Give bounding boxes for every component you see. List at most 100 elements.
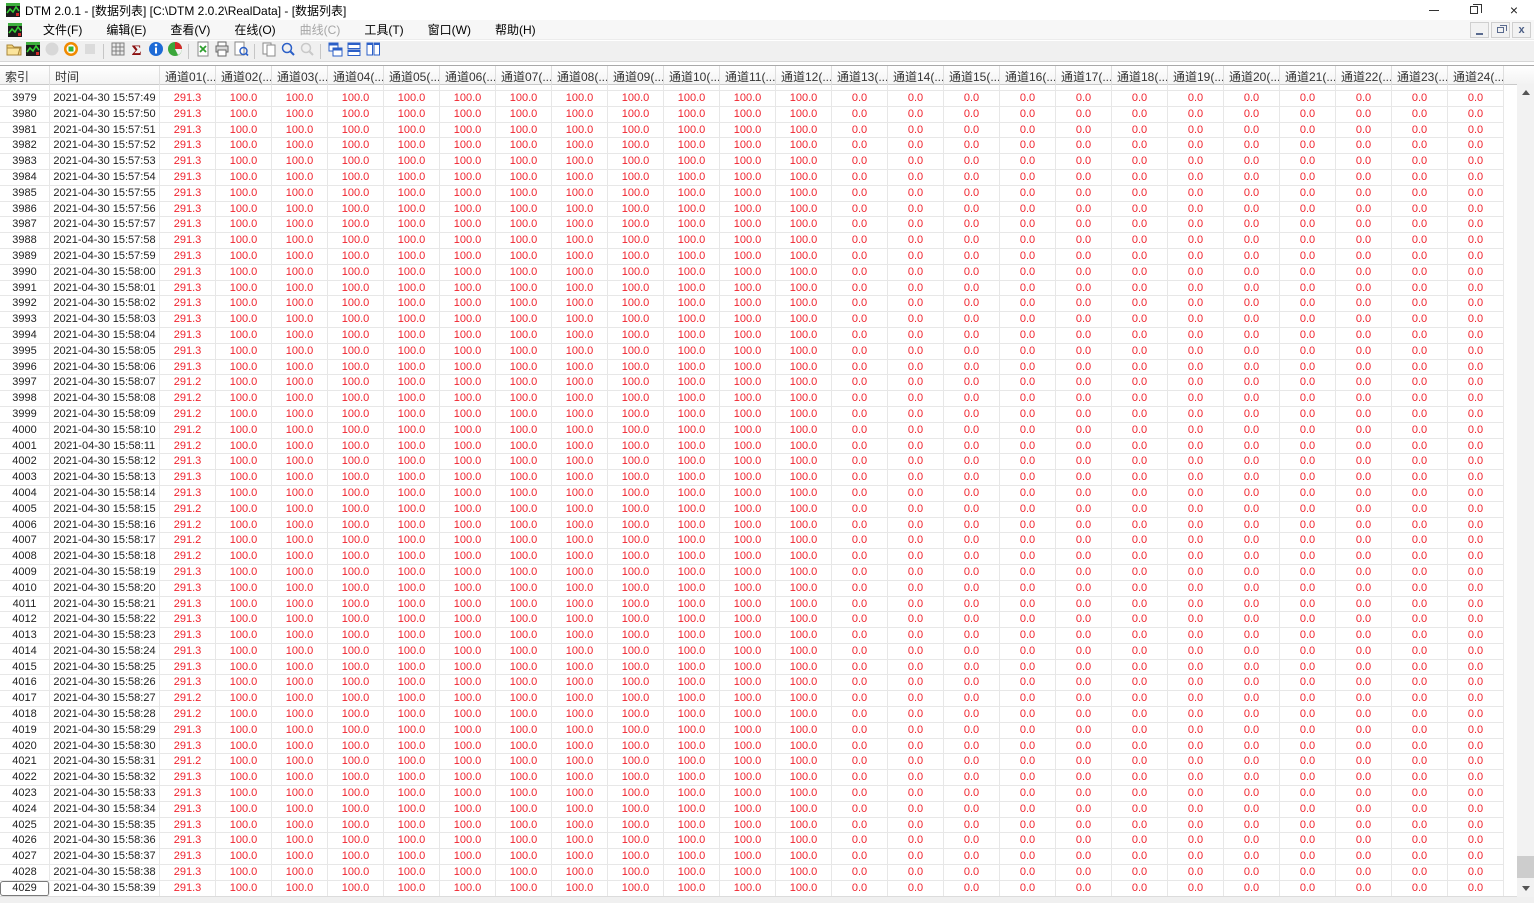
channel-4-cell[interactable]: 100.0 bbox=[328, 201, 384, 217]
channel-8-cell[interactable]: 100.0 bbox=[552, 865, 608, 880]
channel-20-cell[interactable]: 0.0 bbox=[1224, 343, 1280, 359]
channel-6-cell[interactable]: 100.0 bbox=[440, 533, 496, 549]
channel-20-cell[interactable]: 0.0 bbox=[1224, 707, 1280, 722]
channel-5-cell[interactable]: 100.0 bbox=[384, 628, 440, 643]
channel-23-cell[interactable]: 0.0 bbox=[1392, 327, 1448, 343]
channel-24-cell[interactable]: 0.0 bbox=[1448, 833, 1504, 849]
channel-13-cell[interactable]: 0.0 bbox=[832, 91, 888, 106]
channel-5-cell[interactable]: 100.0 bbox=[384, 754, 440, 770]
channel-5-cell[interactable]: 100.0 bbox=[384, 580, 440, 596]
menu-item-2[interactable]: 编辑(E) bbox=[94, 20, 158, 40]
channel-3-cell[interactable]: 100.0 bbox=[272, 564, 328, 580]
channel-21-cell[interactable]: 0.0 bbox=[1280, 817, 1336, 833]
time-cell[interactable]: 2021-04-30 15:57:49 bbox=[50, 91, 160, 106]
time-cell[interactable]: 2021-04-30 15:58:14 bbox=[50, 485, 160, 501]
channel-13-cell[interactable]: 0.0 bbox=[832, 122, 888, 138]
channel-22-cell[interactable]: 0.0 bbox=[1336, 217, 1392, 233]
channel-18-cell[interactable]: 0.0 bbox=[1112, 296, 1168, 312]
channel-10-cell[interactable]: 100.0 bbox=[664, 754, 720, 770]
channel-8-cell[interactable]: 100.0 bbox=[552, 612, 608, 628]
channel-17-cell[interactable]: 0.0 bbox=[1056, 343, 1112, 359]
channel-12-cell[interactable]: 100.0 bbox=[776, 549, 832, 564]
channel-16-cell[interactable]: 0.0 bbox=[1000, 833, 1056, 849]
channel-2-cell[interactable]: 100.0 bbox=[216, 106, 272, 122]
channel-1-cell[interactable]: 291.3 bbox=[160, 817, 216, 833]
channel-24-cell[interactable]: 0.0 bbox=[1448, 296, 1504, 312]
channel-10-cell[interactable]: 100.0 bbox=[664, 849, 720, 865]
channel-20-cell[interactable]: 0.0 bbox=[1224, 880, 1280, 896]
column-header-channel-16[interactable]: 通道16(... bbox=[1000, 66, 1056, 85]
channel-2-cell[interactable]: 100.0 bbox=[216, 659, 272, 675]
channel-16-cell[interactable]: 0.0 bbox=[1000, 280, 1056, 296]
channel-24-cell[interactable]: 0.0 bbox=[1448, 454, 1504, 470]
channel-4-cell[interactable]: 100.0 bbox=[328, 801, 384, 817]
channel-7-cell[interactable]: 100.0 bbox=[496, 675, 552, 691]
channel-12-cell[interactable]: 100.0 bbox=[776, 533, 832, 549]
channel-23-cell[interactable]: 0.0 bbox=[1392, 343, 1448, 359]
index-cell[interactable]: 4008 bbox=[0, 549, 50, 564]
channel-1-cell[interactable]: 291.3 bbox=[160, 312, 216, 327]
channel-20-cell[interactable]: 0.0 bbox=[1224, 501, 1280, 517]
channel-21-cell[interactable]: 0.0 bbox=[1280, 375, 1336, 391]
channel-4-cell[interactable]: 100.0 bbox=[328, 770, 384, 786]
channel-7-cell[interactable]: 100.0 bbox=[496, 217, 552, 233]
channel-3-cell[interactable]: 100.0 bbox=[272, 817, 328, 833]
channel-15-cell[interactable]: 0.0 bbox=[944, 691, 1000, 707]
channel-11-cell[interactable]: 100.0 bbox=[720, 122, 776, 138]
channel-24-cell[interactable]: 0.0 bbox=[1448, 138, 1504, 154]
channel-7-cell[interactable]: 100.0 bbox=[496, 375, 552, 391]
channel-10-cell[interactable]: 100.0 bbox=[664, 801, 720, 817]
channel-14-cell[interactable]: 0.0 bbox=[888, 201, 944, 217]
channel-6-cell[interactable]: 100.0 bbox=[440, 122, 496, 138]
channel-9-cell[interactable]: 100.0 bbox=[608, 296, 664, 312]
channel-4-cell[interactable]: 100.0 bbox=[328, 296, 384, 312]
channel-11-cell[interactable]: 100.0 bbox=[720, 327, 776, 343]
channel-22-cell[interactable]: 0.0 bbox=[1336, 849, 1392, 865]
channel-4-cell[interactable]: 100.0 bbox=[328, 359, 384, 375]
channel-17-cell[interactable]: 0.0 bbox=[1056, 564, 1112, 580]
channel-5-cell[interactable]: 100.0 bbox=[384, 406, 440, 422]
channel-7-cell[interactable]: 100.0 bbox=[496, 722, 552, 738]
channel-15-cell[interactable]: 0.0 bbox=[944, 817, 1000, 833]
channel-23-cell[interactable]: 0.0 bbox=[1392, 485, 1448, 501]
channel-1-cell[interactable]: 291.3 bbox=[160, 185, 216, 201]
channel-18-cell[interactable]: 0.0 bbox=[1112, 454, 1168, 470]
channel-7-cell[interactable]: 100.0 bbox=[496, 533, 552, 549]
channel-11-cell[interactable]: 100.0 bbox=[720, 248, 776, 264]
channel-7-cell[interactable]: 100.0 bbox=[496, 549, 552, 564]
channel-20-cell[interactable]: 0.0 bbox=[1224, 833, 1280, 849]
time-cell[interactable]: 2021-04-30 15:58:11 bbox=[50, 438, 160, 454]
channel-8-cell[interactable]: 100.0 bbox=[552, 549, 608, 564]
channel-22-cell[interactable]: 0.0 bbox=[1336, 264, 1392, 280]
time-cell[interactable]: 2021-04-30 15:58:27 bbox=[50, 691, 160, 707]
column-header-channel-18[interactable]: 通道18(... bbox=[1112, 66, 1168, 85]
channel-24-cell[interactable]: 0.0 bbox=[1448, 643, 1504, 659]
channel-14-cell[interactable]: 0.0 bbox=[888, 517, 944, 533]
channel-15-cell[interactable]: 0.0 bbox=[944, 280, 1000, 296]
channel-11-cell[interactable]: 100.0 bbox=[720, 738, 776, 754]
channel-16-cell[interactable]: 0.0 bbox=[1000, 786, 1056, 801]
channel-1-cell[interactable]: 291.3 bbox=[160, 564, 216, 580]
channel-24-cell[interactable]: 0.0 bbox=[1448, 675, 1504, 691]
channel-2-cell[interactable]: 100.0 bbox=[216, 801, 272, 817]
channel-22-cell[interactable]: 0.0 bbox=[1336, 233, 1392, 248]
channel-6-cell[interactable]: 100.0 bbox=[440, 817, 496, 833]
channel-13-cell[interactable]: 0.0 bbox=[832, 596, 888, 612]
channel-4-cell[interactable]: 100.0 bbox=[328, 406, 384, 422]
channel-15-cell[interactable]: 0.0 bbox=[944, 154, 1000, 169]
channel-9-cell[interactable]: 100.0 bbox=[608, 201, 664, 217]
channel-15-cell[interactable]: 0.0 bbox=[944, 470, 1000, 485]
channel-20-cell[interactable]: 0.0 bbox=[1224, 85, 1280, 90]
channel-13-cell[interactable]: 0.0 bbox=[832, 549, 888, 564]
channel-16-cell[interactable]: 0.0 bbox=[1000, 470, 1056, 485]
channel-16-cell[interactable]: 0.0 bbox=[1000, 185, 1056, 201]
channel-14-cell[interactable]: 0.0 bbox=[888, 533, 944, 549]
channel-3-cell[interactable]: 100.0 bbox=[272, 722, 328, 738]
channel-16-cell[interactable]: 0.0 bbox=[1000, 754, 1056, 770]
channel-21-cell[interactable]: 0.0 bbox=[1280, 154, 1336, 169]
channel-12-cell[interactable]: 100.0 bbox=[776, 185, 832, 201]
channel-18-cell[interactable]: 0.0 bbox=[1112, 833, 1168, 849]
channel-6-cell[interactable]: 100.0 bbox=[440, 343, 496, 359]
channel-3-cell[interactable]: 100.0 bbox=[272, 865, 328, 880]
channel-9-cell[interactable]: 100.0 bbox=[608, 612, 664, 628]
